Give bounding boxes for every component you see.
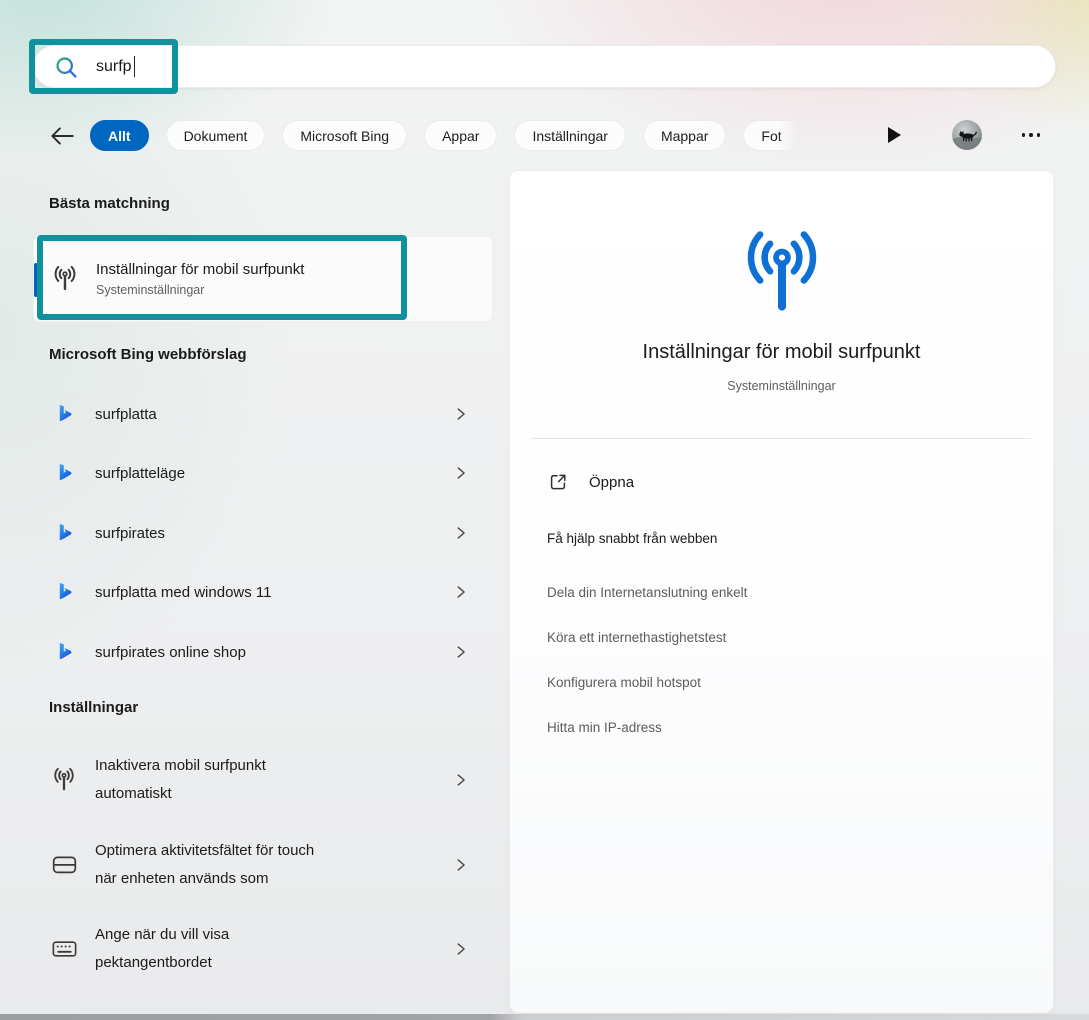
user-avatar[interactable] — [952, 120, 982, 150]
web-help-link[interactable]: Dela din Internetanslutning enkelt — [547, 585, 747, 600]
search-icon — [53, 54, 79, 80]
tab-mappar[interactable]: Mappar — [643, 120, 726, 151]
settings-result-label: Optimera aktivitetsfältet för touch när … — [95, 837, 314, 893]
window-bottom-edge — [0, 1014, 1089, 1020]
settings-result-row[interactable]: Optimera aktivitetsfältet för touch när … — [33, 834, 493, 896]
more-options-button[interactable] — [1014, 128, 1048, 142]
preview-title: Inställningar för mobil surfpunkt — [510, 341, 1053, 364]
preview-panel: Inställningar för mobil surfpunkt System… — [509, 170, 1054, 1013]
tabs-scroll-right-icon[interactable] — [888, 127, 901, 143]
web-help-header: Få hjälp snabbt från webben — [547, 531, 717, 546]
web-help-link[interactable]: Hitta min IP-adress — [547, 720, 662, 735]
best-match-subtitle: Systeminställningar — [96, 283, 304, 297]
chevron-right-icon — [455, 583, 466, 601]
section-header-best-match: Bästa matchning — [49, 195, 170, 212]
open-label: Öppna — [589, 474, 634, 491]
avatar-image — [952, 120, 982, 150]
chevron-right-icon — [455, 405, 466, 423]
bing-suggestion-row[interactable]: surfplatteläge — [33, 453, 493, 493]
back-button[interactable] — [48, 125, 76, 147]
chevron-right-icon — [455, 940, 466, 958]
filter-tabs: Allt Dokument Microsoft Bing Appar Instä… — [90, 120, 868, 151]
search-query-text: surfp — [96, 58, 132, 76]
settings-result-row[interactable]: Ange när du vill visa pektangentbordet — [33, 918, 493, 980]
tab-dokument[interactable]: Dokument — [166, 120, 266, 151]
tab-microsoft-bing[interactable]: Microsoft Bing — [282, 120, 407, 151]
bing-icon — [55, 582, 73, 602]
text-caret — [134, 56, 136, 77]
chevron-right-icon — [455, 524, 466, 542]
bing-suggestion-row[interactable]: surfpirates — [33, 513, 493, 553]
bing-icon — [55, 463, 73, 483]
divider — [531, 438, 1031, 439]
hotspot-icon-large — [736, 228, 828, 320]
bing-icon — [55, 404, 73, 424]
chevron-right-icon — [455, 771, 466, 789]
windows-search-flyout: surfp Allt Dokument Microsoft Bing Appar… — [0, 0, 1089, 1020]
bing-suggestion-label: surfplatteläge — [95, 465, 185, 482]
chevron-right-icon — [455, 856, 466, 874]
tab-appar[interactable]: Appar — [424, 120, 497, 151]
chevron-right-icon — [455, 464, 466, 482]
touch-keyboard-icon — [52, 939, 77, 959]
section-header-bing: Microsoft Bing webbförslag — [49, 346, 247, 363]
section-header-settings: Inställningar — [49, 699, 138, 716]
tab-allt[interactable]: Allt — [90, 120, 149, 151]
bing-suggestion-label: surfplatta med windows 11 — [95, 584, 271, 601]
hotspot-icon — [51, 767, 77, 793]
bing-suggestion-label: surfplatta — [95, 406, 157, 423]
bing-suggestion-row[interactable]: surfplatta med windows 11 — [33, 572, 493, 612]
open-external-icon — [548, 472, 568, 492]
convertible-device-icon — [52, 855, 77, 875]
bing-suggestion-label: surfpirates — [95, 525, 165, 542]
preview-subtitle: Systeminställningar — [510, 379, 1053, 393]
bing-suggestion-row[interactable]: surfplatta — [33, 394, 493, 434]
settings-result-label: Inaktivera mobil surfpunkt automatiskt — [95, 752, 266, 808]
tab-installningar[interactable]: Inställningar — [514, 120, 626, 151]
web-help-link[interactable]: Konfigurera mobil hotspot — [547, 675, 701, 690]
settings-result-label: Ange när du vill visa pektangentbordet — [95, 921, 229, 977]
bing-suggestion-row[interactable]: surfpirates online shop — [33, 632, 493, 672]
bing-icon — [55, 523, 73, 543]
settings-result-row[interactable]: Inaktivera mobil surfpunkt automatiskt — [33, 749, 493, 811]
hotspot-icon — [51, 265, 79, 293]
best-match-result[interactable]: Inställningar för mobil surfpunkt System… — [33, 236, 493, 322]
bing-icon — [55, 642, 73, 662]
best-match-title: Inställningar för mobil surfpunkt — [96, 261, 304, 278]
web-help-link[interactable]: Köra ett internethastighetstest — [547, 630, 726, 645]
selection-accent-bar — [34, 263, 38, 297]
open-action[interactable]: Öppna — [548, 470, 634, 494]
search-input[interactable]: surfp — [33, 45, 1056, 88]
bing-suggestion-label: surfpirates online shop — [95, 644, 246, 661]
chevron-right-icon — [455, 643, 466, 661]
tab-foton-truncated[interactable]: Fot — [743, 120, 798, 151]
